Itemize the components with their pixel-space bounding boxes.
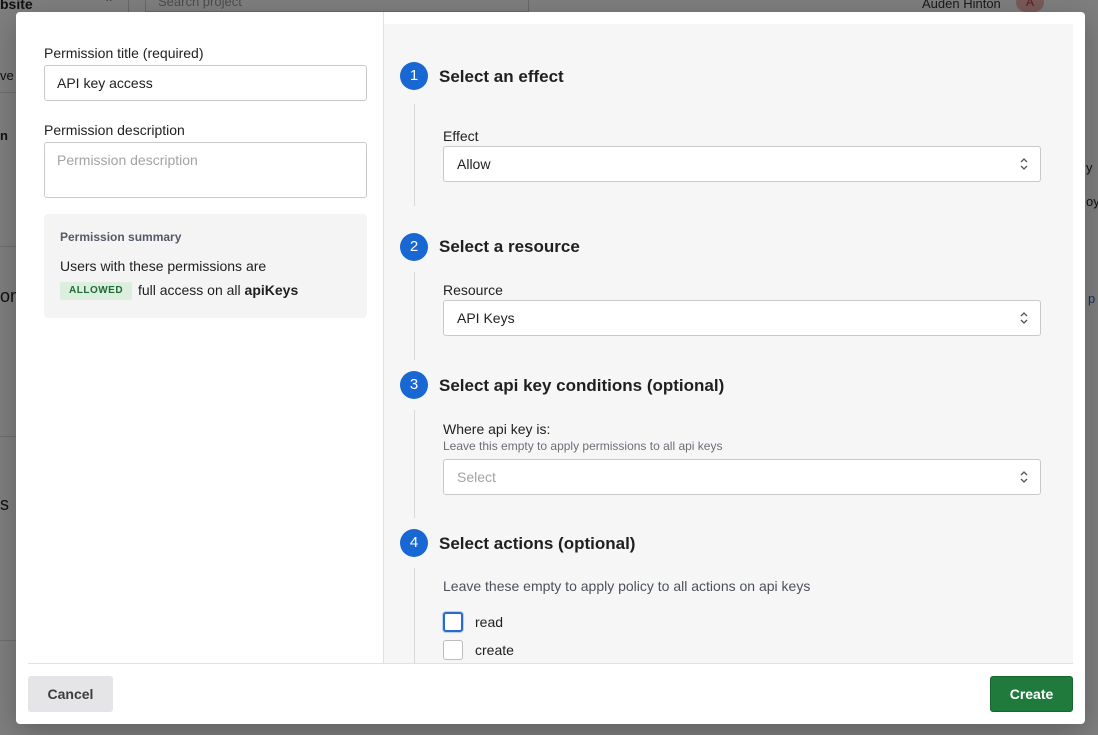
step-number-badge: 4 (400, 529, 428, 557)
resource-label: Resource (443, 282, 503, 298)
step-title: Select api key conditions (optional) (439, 376, 725, 395)
summary-heading: Permission summary (60, 230, 182, 244)
effect-label: Effect (443, 128, 479, 144)
summary-resource: apiKeys (244, 282, 299, 298)
step-number-badge: 1 (400, 62, 428, 90)
title-label: Permission title (required) (44, 45, 204, 61)
permission-summary: Permission summary Users with these perm… (44, 214, 367, 318)
conditions-hint: Leave this empty to apply permissions to… (443, 439, 723, 453)
api-key-condition-select[interactable]: Select (443, 459, 1041, 495)
checkbox[interactable] (443, 612, 463, 632)
resource-select-value: API Keys (457, 310, 515, 326)
step-connector (414, 410, 415, 518)
description-label: Permission description (44, 122, 185, 138)
step-connector (414, 272, 415, 360)
step-title: Select actions (optional) (439, 534, 636, 553)
permission-description-input[interactable] (44, 142, 367, 198)
condition-select-placeholder: Select (457, 469, 496, 485)
step-title: Select an effect (439, 67, 564, 86)
checkbox[interactable] (443, 640, 463, 660)
permission-details-pane: Permission title (required) Permission d… (16, 12, 384, 664)
step-number-badge: 2 (400, 233, 428, 261)
step-title: Select a resource (439, 237, 580, 256)
checkbox-label: create (475, 642, 514, 658)
summary-text-middle: full access on all (137, 282, 241, 298)
effect-select-value: Allow (457, 156, 491, 172)
cancel-button[interactable]: Cancel (28, 676, 113, 712)
step-connector (414, 104, 415, 206)
chevron-up-down-icon (1020, 312, 1028, 324)
effect-badge: ALLOWED (60, 282, 133, 301)
summary-text: Users with these permissions are ALLOWED… (60, 254, 351, 302)
checkbox-label: read (475, 614, 504, 630)
create-permission-dialog: Permission title (required) Permission d… (16, 12, 1085, 724)
conditions-label: Where api key is: (443, 421, 551, 437)
effect-select[interactable]: Allow (443, 146, 1041, 182)
summary-text-before: Users with these permissions are (60, 258, 267, 274)
resource-select[interactable]: API Keys (443, 300, 1041, 336)
step-number-badge: 3 (400, 371, 428, 399)
permission-title-input[interactable] (44, 65, 367, 101)
chevron-up-down-icon (1020, 471, 1028, 483)
chevron-up-down-icon (1020, 158, 1028, 170)
create-button[interactable]: Create (990, 676, 1073, 712)
step-connector (414, 568, 415, 664)
footer-divider (28, 663, 1073, 664)
policy-steps-pane[interactable]: 1 Select an effect Effect Allow 2 Select… (384, 24, 1073, 664)
actions-hint: Leave these empty to apply policy to all… (443, 578, 811, 594)
action-checkbox-read[interactable]: read (443, 610, 503, 634)
action-checkbox-create[interactable]: create (443, 638, 514, 662)
